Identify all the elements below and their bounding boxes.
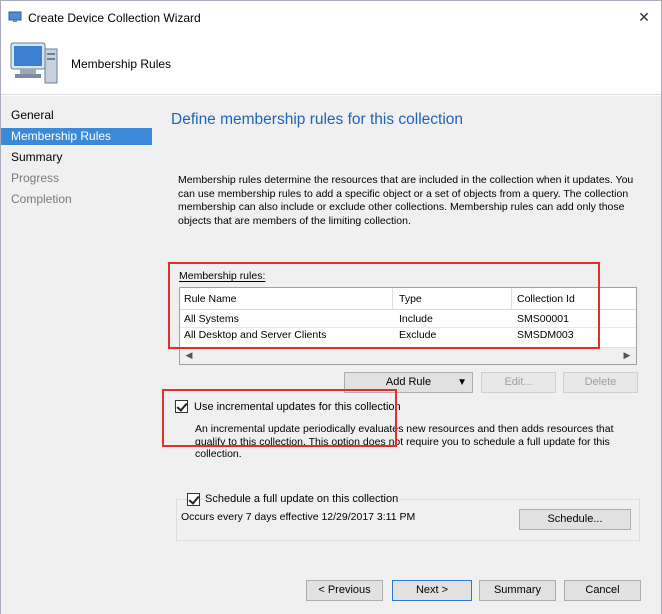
page-title: Membership Rules [71, 57, 172, 71]
wizard-nav: General Membership Rules Summary Progres… [1, 96, 152, 614]
schedule-full-update-checkbox[interactable] [187, 493, 200, 506]
cell-type: Include [399, 313, 433, 325]
add-rule-button[interactable]: Add Rule ▼ [344, 372, 473, 393]
previous-button[interactable]: < Previous [306, 580, 383, 601]
wizard-header: Membership Rules [1, 33, 661, 95]
nav-item-summary[interactable]: Summary [1, 149, 152, 166]
schedule-occurrence-text: Occurs every 7 days effective 12/29/2017… [181, 511, 416, 523]
column-header-collection-id[interactable]: Collection Id [517, 293, 575, 305]
nav-item-membership-rules[interactable]: Membership Rules [1, 128, 152, 145]
schedule-full-update-label[interactable]: Schedule a full update on this collectio… [205, 493, 401, 505]
cell-collection-id: SMSDM003 [517, 329, 574, 341]
nav-item-general[interactable]: General [1, 107, 152, 124]
schedule-button[interactable]: Schedule... [519, 509, 631, 530]
table-header: Rule Name Type Collection Id [180, 288, 636, 310]
membership-rules-table[interactable]: Rule Name Type Collection Id All Systems… [179, 287, 637, 365]
incremental-updates-checkbox[interactable] [175, 400, 188, 413]
membership-rules-label: Membership rules: [179, 270, 266, 282]
summary-button[interactable]: Summary [479, 580, 556, 601]
cancel-button[interactable]: Cancel [564, 580, 641, 601]
incremental-updates-label[interactable]: Use incremental updates for this collect… [194, 401, 401, 413]
horizontal-scrollbar[interactable]: ◀ ▶ [180, 347, 636, 364]
window-title: Create Device Collection Wizard [28, 11, 201, 25]
incremental-info-text: An incremental update periodically evalu… [195, 423, 614, 460]
description-text: Membership rules determine the resources… [178, 174, 634, 227]
cell-collection-id: SMS00001 [517, 313, 569, 325]
column-header-type[interactable]: Type [399, 293, 422, 305]
scroll-left-icon[interactable]: ◀ [182, 350, 196, 363]
edit-button: Edit... [481, 372, 556, 393]
cell-type: Exclude [399, 329, 437, 341]
table-row[interactable]: All Systems Include SMS00001 [180, 311, 636, 327]
add-rule-label: Add Rule [385, 376, 432, 388]
delete-button: Delete [563, 372, 638, 393]
wizard-window: Create Device Collection Wizard ✕ Member… [0, 0, 662, 614]
cell-rule-name: All Systems [184, 313, 239, 325]
dropdown-arrow-icon: ▼ [457, 377, 467, 388]
cell-rule-name: All Desktop and Server Clients [184, 329, 327, 341]
next-button[interactable]: Next > [392, 580, 472, 601]
scroll-right-icon[interactable]: ▶ [620, 350, 634, 363]
table-row[interactable]: All Desktop and Server Clients Exclude S… [180, 327, 636, 343]
section-heading: Define membership rules for this collect… [171, 111, 464, 128]
computer-icon [10, 42, 58, 84]
column-header-rule-name[interactable]: Rule Name [184, 293, 237, 305]
title-bar: Create Device Collection Wizard ✕ [1, 1, 661, 33]
wizard-app-icon [8, 11, 22, 22]
nav-item-progress: Progress [11, 171, 60, 185]
nav-item-completion: Completion [11, 192, 72, 206]
wizard-content: Define membership rules for this collect… [152, 96, 661, 614]
close-icon[interactable]: ✕ [633, 6, 655, 28]
